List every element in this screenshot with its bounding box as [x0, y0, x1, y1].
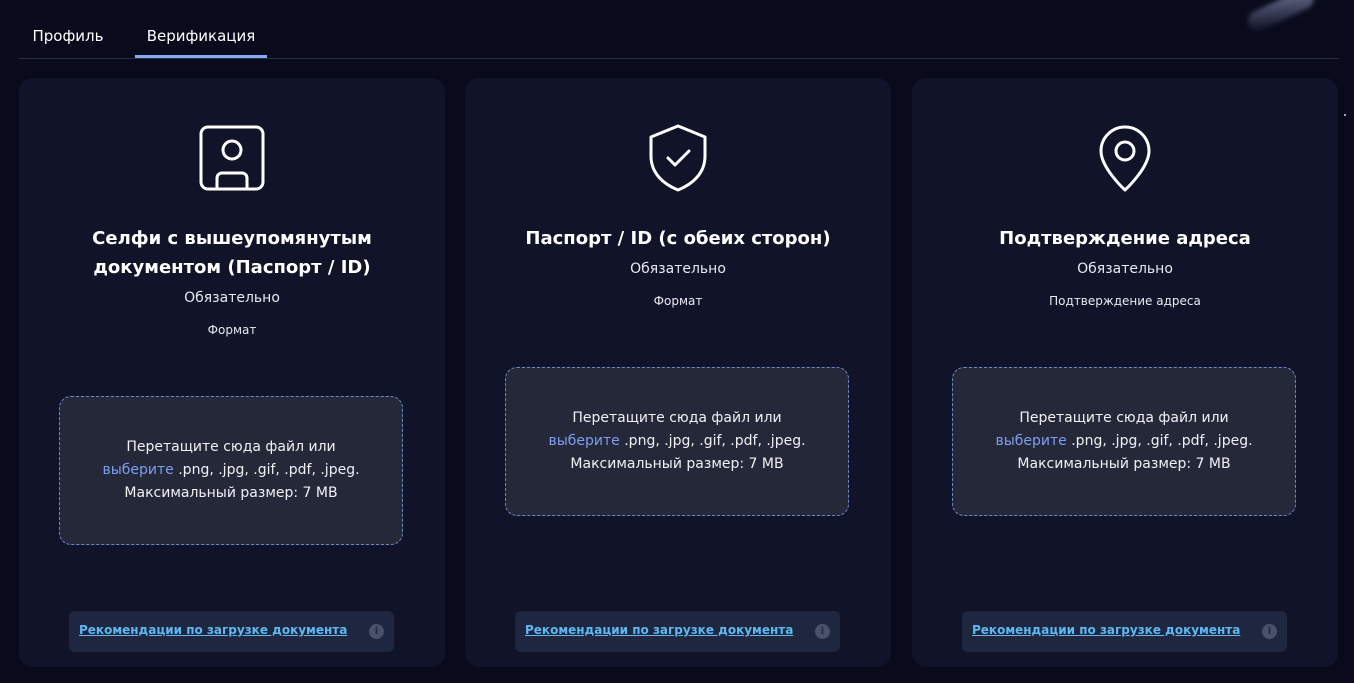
- info-icon[interactable]: i: [815, 624, 830, 639]
- choose-file-link[interactable]: выберите: [548, 433, 619, 449]
- shield-check-icon: [642, 122, 714, 194]
- tab-bar: Профиль Верификация: [19, 20, 1339, 59]
- dropzone-prompt: Перетащите сюда файл или: [126, 439, 336, 455]
- upload-recommendations-button[interactable]: Рекомендации по загрузке документа i: [515, 611, 840, 652]
- file-dropzone[interactable]: Перетащите сюда файл или выберите .png, …: [59, 396, 403, 545]
- dropzone-prompt: Перетащите сюда файл или: [1019, 410, 1229, 426]
- required-label: Обязательно: [1077, 261, 1173, 277]
- recommendations-link[interactable]: Рекомендации по загрузке документа: [79, 623, 347, 637]
- info-icon[interactable]: i: [1262, 624, 1277, 639]
- allowed-formats: .png, .jpg, .gif, .pdf, .jpeg.: [1071, 433, 1253, 449]
- allowed-formats: .png, .jpg, .gif, .pdf, .jpeg.: [178, 462, 360, 478]
- format-label: Формат: [207, 323, 257, 337]
- required-label: Обязательно: [184, 290, 280, 306]
- tab-verification[interactable]: Верификация: [135, 20, 267, 58]
- decorative-dot: [1344, 114, 1346, 116]
- choose-file-link[interactable]: выберите: [995, 433, 1066, 449]
- card-title: Подтверждение адреса: [999, 228, 1251, 249]
- format-label: Формат: [653, 294, 703, 308]
- max-size: Максимальный размер: 7 MB: [570, 456, 784, 472]
- dropzone-text: Перетащите сюда файл или выберите .png, …: [94, 436, 367, 505]
- map-pin-icon: [1089, 122, 1161, 194]
- file-dropzone[interactable]: Перетащите сюда файл или выберите .png, …: [952, 367, 1296, 516]
- required-label: Обязательно: [630, 261, 726, 277]
- passport-id-card: Паспорт / ID (с обеих сторон) Обязательн…: [465, 78, 891, 667]
- dropzone-text: Перетащите сюда файл или выберите .png, …: [540, 407, 813, 476]
- selfie-document-card: Селфи с вышеупомянутым документом (Паспо…: [19, 78, 445, 667]
- card-title: Селфи с вышеупомянутым документом (Паспо…: [92, 228, 372, 278]
- recommendations-link[interactable]: Рекомендации по загрузке документа: [525, 623, 793, 637]
- user-portrait-icon: [196, 122, 268, 194]
- choose-file-link[interactable]: выберите: [102, 462, 173, 478]
- dropzone-prompt: Перетащите сюда файл или: [572, 410, 782, 426]
- max-size: Максимальный размер: 7 MB: [124, 485, 338, 501]
- format-label: Подтверждение адреса: [1049, 294, 1201, 308]
- upload-recommendations-button[interactable]: Рекомендации по загрузке документа i: [962, 611, 1287, 652]
- recommendations-link[interactable]: Рекомендации по загрузке документа: [972, 623, 1240, 637]
- max-size: Максимальный размер: 7 MB: [1017, 456, 1231, 472]
- card-title: Паспорт / ID (с обеих сторон): [525, 228, 831, 249]
- tab-profile[interactable]: Профиль: [30, 20, 106, 57]
- allowed-formats: .png, .jpg, .gif, .pdf, .jpeg.: [624, 433, 806, 449]
- verification-page: Профиль Верификация Селфи с вышеупомянут…: [0, 0, 1354, 683]
- dropzone-text: Перетащите сюда файл или выберите .png, …: [987, 407, 1260, 476]
- file-dropzone[interactable]: Перетащите сюда файл или выберите .png, …: [505, 367, 849, 516]
- info-icon[interactable]: i: [369, 624, 384, 639]
- address-proof-card: Подтверждение адреса Обязательно Подтвер…: [912, 78, 1338, 667]
- upload-recommendations-button[interactable]: Рекомендации по загрузке документа i: [69, 611, 394, 652]
